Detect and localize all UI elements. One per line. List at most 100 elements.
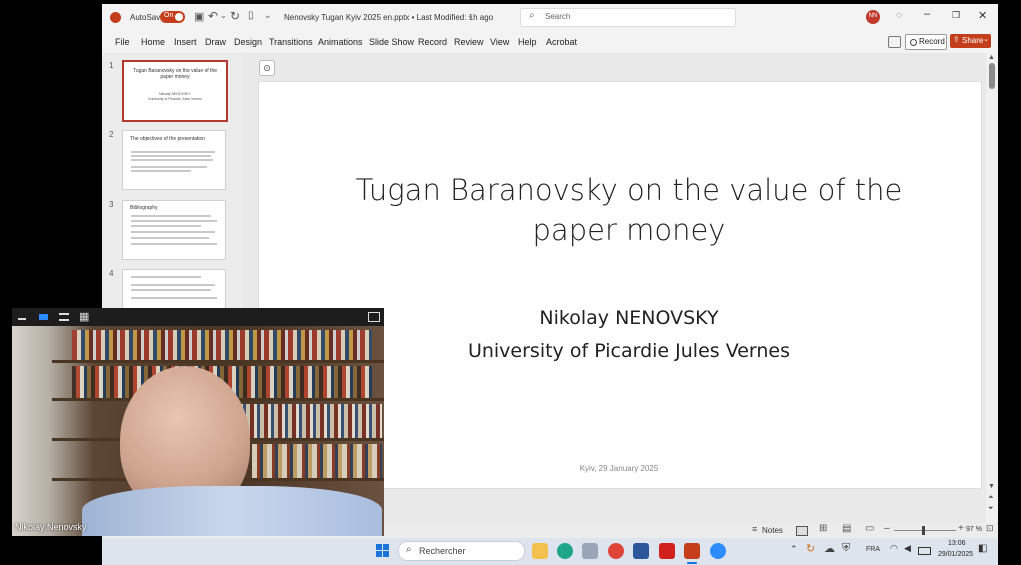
grid-view-icon[interactable]: ▦ (79, 310, 89, 323)
tab-help[interactable]: Help (518, 37, 537, 47)
thumbnail-text-line (131, 220, 217, 222)
redo-icon[interactable]: ↻ (230, 9, 240, 23)
language-indicator[interactable]: FRA (866, 546, 880, 553)
security-icon[interactable]: ⛨ (842, 542, 850, 555)
exit-fullscreen-icon[interactable] (368, 312, 380, 322)
ribbon-tabs: File Home Insert Draw Design Transitions… (102, 31, 998, 53)
notifications-icon[interactable]: ◧ (978, 543, 987, 554)
thumbnail-text-line (131, 166, 207, 168)
windows-start-icon[interactable] (376, 544, 390, 558)
designer-icon[interactable]: ⊙ (259, 60, 275, 76)
close-icon[interactable]: ✕ (978, 9, 987, 22)
powerpoint-logo-icon (110, 12, 121, 23)
new-file-icon[interactable]: ▯ (248, 10, 254, 21)
tab-view[interactable]: View (490, 37, 509, 47)
tab-insert[interactable]: Insert (174, 37, 197, 47)
edge-icon[interactable] (557, 543, 573, 559)
notes-button[interactable]: Notes (762, 526, 783, 535)
tab-record[interactable]: Record (418, 37, 447, 47)
speaker-icon[interactable]: ◀ (904, 543, 911, 554)
slide-affiliation[interactable]: University of Picardie Jules Vernes (369, 340, 889, 362)
slide-thumbnail-1[interactable]: Tugan Baranovsky on the value of the pap… (122, 60, 228, 122)
slide-thumbnail-4[interactable] (122, 269, 226, 311)
normal-view-icon[interactable] (796, 526, 808, 536)
slide-footer[interactable]: Kyiv, 29 January 2025 (519, 464, 719, 473)
autosave-toggle[interactable]: On (160, 11, 185, 23)
gallery-view-icon[interactable] (59, 313, 69, 321)
thumbnail-text-line (131, 237, 209, 239)
record-dot-icon (910, 39, 917, 46)
zoom-level[interactable]: 97 % (966, 526, 982, 533)
undo-icon[interactable]: ↶ (208, 9, 218, 23)
lightbulb-icon[interactable]: ◌ (896, 10, 902, 21)
sync-icon[interactable]: ↻ (806, 542, 815, 555)
snipping-tool-icon[interactable] (582, 543, 598, 559)
share-dropdown-icon: ⌄ (983, 36, 989, 43)
active-app-indicator (687, 562, 697, 564)
clock-date[interactable]: 29/01/2025 (938, 551, 973, 558)
save-icon[interactable]: ▣ (194, 10, 204, 23)
zoom-icon[interactable] (710, 543, 726, 559)
next-slide-icon[interactable]: ⏷ (988, 505, 994, 513)
slideshow-icon[interactable]: ▭ (865, 523, 874, 534)
zoom-slider[interactable] (894, 526, 956, 535)
taskbar-search-box[interactable]: ⌕ Rechercher (398, 541, 525, 561)
zoom-slider-thumb[interactable] (922, 526, 925, 535)
tab-home[interactable]: Home (141, 37, 165, 47)
wifi-icon[interactable]: ◠ (890, 543, 898, 554)
previous-slide-icon[interactable]: ⏶ (988, 494, 994, 502)
tab-acrobat[interactable]: Acrobat (546, 37, 577, 47)
fit-to-window-icon[interactable]: ⊡ (986, 523, 994, 534)
slide-title[interactable]: Tugan Baranovsky on the value of the pap… (349, 170, 909, 250)
title-dropdown-icon[interactable]: ⌄ (467, 11, 474, 20)
document-title[interactable]: Nenovsky Tugan Kyiv 2025 en.pptx • Last … (284, 13, 493, 22)
file-explorer-icon[interactable] (532, 543, 548, 559)
slide-sorter-icon[interactable]: ⊞ (819, 523, 827, 534)
vertical-scrollbar[interactable]: ▲ ▼ ⏶ ⏷ (986, 53, 998, 523)
tab-draw[interactable]: Draw (205, 37, 226, 47)
share-icon: ⇪ (953, 35, 960, 44)
thumbnail-text-line (131, 151, 215, 153)
record-button[interactable]: Record (905, 34, 947, 50)
restore-icon[interactable]: ❐ (952, 10, 960, 21)
battery-icon[interactable] (918, 547, 931, 555)
clock-time[interactable]: 13:06 (948, 540, 966, 547)
search-icon: ⌕ (529, 10, 535, 21)
tab-design[interactable]: Design (234, 37, 262, 47)
scrollbar-thumb[interactable] (989, 63, 995, 89)
search-icon: ⌕ (406, 544, 412, 555)
scroll-up-icon[interactable]: ▲ (988, 54, 995, 61)
minimize-video-icon[interactable] (18, 318, 26, 320)
share-button[interactable]: ⇪ Share ⌄ (950, 34, 991, 48)
slide-author[interactable]: Nikolay NENOVSKY (369, 307, 889, 329)
tab-transitions[interactable]: Transitions (269, 37, 313, 47)
thumbnail-text-line (131, 159, 213, 161)
speaker-view-icon[interactable] (39, 314, 48, 320)
slide-thumbnail-2[interactable]: The objectives of the presentation (122, 130, 226, 190)
powerpoint-taskbar-icon[interactable] (684, 543, 700, 559)
onedrive-icon[interactable]: ☁ (824, 542, 835, 555)
tab-slide-show[interactable]: Slide Show (369, 37, 414, 47)
tab-review[interactable]: Review (454, 37, 484, 47)
notes-icon[interactable]: ≡ (752, 524, 757, 534)
minimize-icon[interactable]: – (924, 8, 930, 20)
slide-thumbnail-3[interactable]: Bibliography (122, 200, 226, 260)
user-avatar[interactable]: NN (866, 10, 880, 24)
qat-more-icon[interactable]: ⌄ (264, 10, 272, 21)
tab-file[interactable]: File (115, 37, 130, 47)
word-icon[interactable] (633, 543, 649, 559)
comments-icon[interactable] (888, 36, 901, 48)
undo-dropdown-icon[interactable]: ⌄ (220, 11, 227, 20)
chrome-icon[interactable] (608, 543, 624, 559)
zoom-out-icon[interactable]: – (884, 523, 890, 534)
title-bar: AutoSave On ▣ ↶ ⌄ ↻ ▯ ⌄ Nenovsky Tugan K… (102, 4, 998, 31)
acrobat-icon[interactable] (659, 543, 675, 559)
scroll-down-icon[interactable]: ▼ (988, 483, 995, 490)
webcam-video-tile[interactable]: ▦ Nikolay Nenovsky (12, 308, 384, 536)
tab-animations[interactable]: Animations (318, 37, 363, 47)
zoom-in-icon[interactable]: + (958, 523, 964, 534)
show-hidden-icons-icon[interactable]: ⌃ (790, 544, 798, 555)
thumbnail-text-line (131, 276, 201, 278)
reading-view-icon[interactable]: ▤ (842, 523, 851, 534)
search-box[interactable]: ⌕ Search (520, 8, 736, 27)
